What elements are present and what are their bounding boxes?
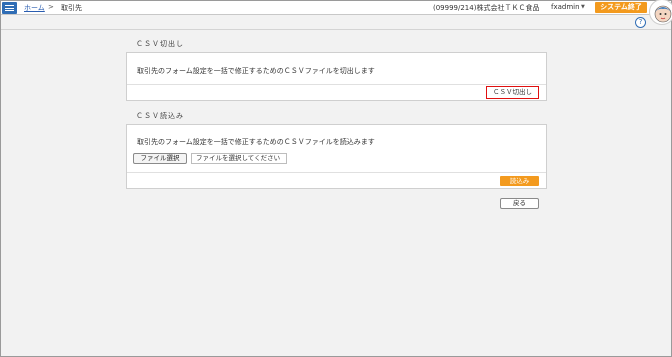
export-panel-divider	[127, 84, 546, 85]
import-panel-divider	[127, 172, 546, 173]
company-name: (09999/214)株式会社ＴＫＣ食品	[433, 4, 540, 12]
import-button[interactable]: 読込み	[500, 176, 539, 186]
header-divider	[1, 29, 671, 30]
breadcrumb-separator: >	[48, 3, 54, 11]
caret-down-icon[interactable]: ▼	[581, 4, 585, 10]
csv-export-button[interactable]: ＣＳＶ切出し	[486, 86, 539, 99]
user-menu[interactable]: fxadmin	[551, 3, 580, 11]
top-bar: ホーム > 取引先 (09999/214)株式会社ＴＫＣ食品 fxadmin ▼…	[1, 1, 671, 15]
app-window: ホーム > 取引先 (09999/214)株式会社ＴＫＣ食品 fxadmin ▼…	[0, 0, 672, 357]
back-button[interactable]: 戻る	[500, 198, 539, 209]
breadcrumb-home-link[interactable]: ホーム	[24, 3, 45, 13]
import-panel: 取引先のフォーム設定を一括で修正するためのＣＳＶファイルを読込みます	[126, 124, 547, 189]
file-select-button[interactable]: ファイル選択	[133, 153, 187, 164]
breadcrumb-current: 取引先	[61, 4, 82, 12]
system-exit-button[interactable]: システム終了	[595, 2, 647, 13]
help-icon[interactable]: ?	[635, 17, 646, 28]
export-section-title: ＣＳＶ切出し	[136, 40, 184, 48]
file-name-field[interactable]: ファイルを選択してください	[191, 153, 287, 164]
import-section-title: ＣＳＶ読込み	[136, 112, 184, 120]
export-description: 取引先のフォーム設定を一括で修正するためのＣＳＶファイルを切出します	[137, 67, 375, 75]
export-panel: 取引先のフォーム設定を一括で修正するためのＣＳＶファイルを切出します	[126, 52, 547, 101]
import-description: 取引先のフォーム設定を一括で修正するためのＣＳＶファイルを読込みます	[137, 138, 375, 146]
hamburger-menu-icon[interactable]	[2, 2, 17, 14]
mascot-avatar-icon[interactable]	[649, 0, 672, 25]
